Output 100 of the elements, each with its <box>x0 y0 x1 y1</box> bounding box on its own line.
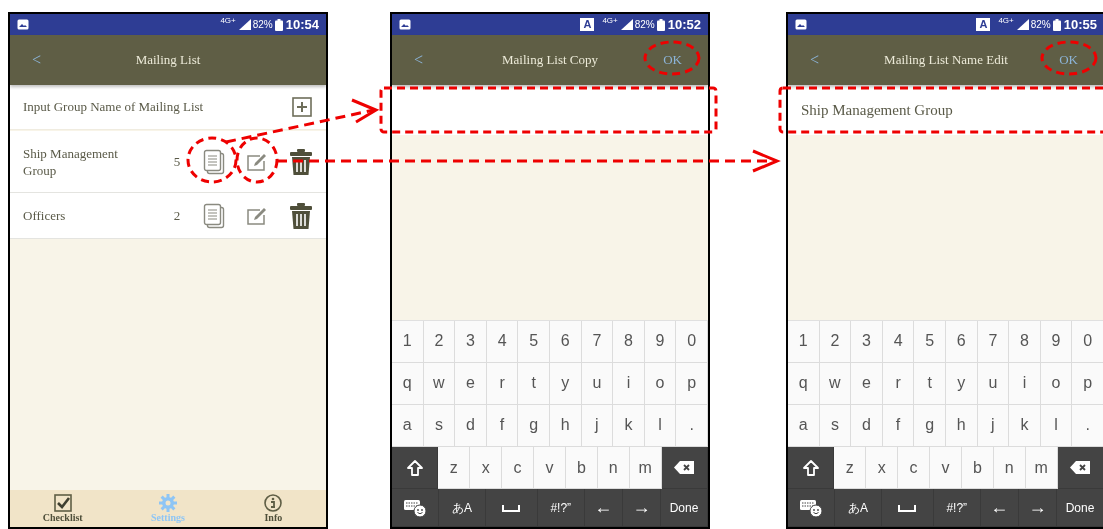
keyboard-key[interactable]: 2 <box>819 321 852 363</box>
keyboard-key[interactable]: #!?” <box>537 489 585 527</box>
battery-percent: 82% <box>634 18 655 32</box>
keyboard-key[interactable]: q <box>392 362 424 405</box>
keyboard-key[interactable]: t <box>914 362 946 405</box>
keyboard-key[interactable]: 2 <box>423 321 456 363</box>
arrow-key[interactable]: ← <box>584 489 623 527</box>
keyboard-key[interactable]: Done <box>661 489 708 527</box>
keyboard-key[interactable]: z <box>438 447 471 490</box>
keyboard-key[interactable]: 4 <box>486 321 519 363</box>
keyboard-key[interactable]: 4 <box>882 321 915 363</box>
keyboard-key[interactable]: 7 <box>977 321 1010 363</box>
network-type: 4G+ <box>602 17 618 25</box>
clock: 10:54 <box>285 15 319 34</box>
group-name: Ship Management Group <box>23 144 119 179</box>
keyboard-key[interactable]: 5 <box>518 321 550 363</box>
battery-percent: 82% <box>1030 18 1051 32</box>
keyboard-key[interactable]: c <box>898 447 931 490</box>
keyboard-key[interactable]: p <box>1072 362 1103 405</box>
nav-tab[interactable]: Info <box>220 490 326 527</box>
add-icon <box>292 97 312 117</box>
keyboard-key[interactable]: z <box>834 447 867 490</box>
keyboard-key[interactable]: x <box>470 447 503 490</box>
keyboard-key[interactable]: 9 <box>644 321 677 363</box>
keyboard-key[interactable]: . <box>676 404 708 448</box>
keyboard-key[interactable]: n <box>597 447 630 490</box>
keyboard-key[interactable]: d <box>851 404 883 448</box>
keyboard-key[interactable]: e <box>455 362 487 405</box>
group-row[interactable]: Ship Management Group 5 <box>10 131 326 193</box>
keyboard-key[interactable]: m <box>629 447 662 490</box>
screen-title: Mailing List <box>135 51 201 70</box>
highlight-circle <box>643 40 701 76</box>
keyboard-key[interactable]: b <box>961 447 994 490</box>
keyboard-key[interactable]: k <box>613 404 645 448</box>
image-icon <box>399 19 411 30</box>
space-key[interactable] <box>485 489 538 527</box>
signal-icon <box>238 19 251 30</box>
emoji-keyboard-key[interactable] <box>392 489 439 527</box>
keyboard-key[interactable]: a <box>788 404 820 448</box>
copy-icon <box>203 148 225 175</box>
keyboard-key[interactable]: v <box>930 447 962 490</box>
keyboard-key[interactable]: 3 <box>851 321 883 363</box>
keyboard-key[interactable]: i <box>1009 362 1041 405</box>
keyboard-key[interactable]: あA <box>438 489 486 527</box>
input-mode-indicator: A <box>976 18 991 31</box>
keyboard-key[interactable]: 3 <box>455 321 487 363</box>
keyboard-key[interactable]: q <box>788 362 820 405</box>
highlight-circle <box>1040 40 1098 76</box>
keyboard-key[interactable]: v <box>534 447 566 490</box>
backspace-key[interactable] <box>661 447 708 490</box>
keyboard-key[interactable]: e <box>851 362 883 405</box>
keyboard-key[interactable]: n <box>993 447 1026 490</box>
keyboard-key[interactable]: 7 <box>581 321 614 363</box>
arrow-key[interactable]: → <box>1018 489 1057 527</box>
battery-percent: 82% <box>252 18 273 32</box>
keyboard-key[interactable]: . <box>1072 404 1103 448</box>
keyboard-key[interactable]: 6 <box>945 321 978 363</box>
group-row[interactable]: Officers 2 <box>10 193 326 239</box>
arrow-key[interactable]: → <box>622 489 661 527</box>
keyboard-key[interactable]: m <box>1025 447 1058 490</box>
shift-key[interactable] <box>392 447 439 490</box>
shift-key[interactable] <box>788 447 835 490</box>
nav-tab[interactable]: Checklist <box>10 490 116 527</box>
keyboard-key[interactable]: x <box>866 447 899 490</box>
emoji-keyboard-key[interactable] <box>788 489 835 527</box>
arrow-key[interactable]: ← <box>980 489 1019 527</box>
keyboard-key[interactable]: 0 <box>1072 321 1103 363</box>
keyboard-key[interactable]: p <box>676 362 708 405</box>
keyboard-key[interactable]: #!?” <box>933 489 981 527</box>
keyboard-key[interactable]: 1 <box>392 321 424 363</box>
space-key[interactable] <box>881 489 934 527</box>
keyboard-key[interactable]: g <box>914 404 946 448</box>
keyboard-key[interactable]: 1 <box>788 321 820 363</box>
signal-icon <box>620 19 633 30</box>
keyboard-key[interactable]: 9 <box>1040 321 1073 363</box>
settings-icon <box>159 494 177 512</box>
keyboard-key[interactable]: d <box>455 404 487 448</box>
backspace-icon <box>674 461 695 475</box>
add-row-label: Input Group Name of Mailing List <box>23 98 205 117</box>
screen-title: Mailing List Name Edit <box>884 51 1008 70</box>
keyboard-key[interactable]: b <box>565 447 598 490</box>
add-group-row[interactable]: Input Group Name of Mailing List <box>10 85 326 130</box>
keyboard-key[interactable]: i <box>613 362 645 405</box>
keyboard-key[interactable]: g <box>518 404 550 448</box>
keyboard-key[interactable]: 0 <box>676 321 708 363</box>
keyboard-key[interactable]: あA <box>834 489 882 527</box>
group-name-field[interactable]: Ship Management Group <box>788 85 1103 135</box>
keyboard-key[interactable]: c <box>502 447 535 490</box>
keyboard-key[interactable]: 8 <box>613 321 645 363</box>
keyboard-key[interactable]: t <box>518 362 550 405</box>
network-type: 4G+ <box>998 17 1014 25</box>
battery-icon <box>1052 18 1061 31</box>
member-count: 5 <box>172 152 182 171</box>
keyboard-key[interactable]: 8 <box>1009 321 1041 363</box>
keyboard-key[interactable]: 6 <box>549 321 582 363</box>
keyboard-emoji-icon <box>403 498 426 517</box>
keyboard-key[interactable]: 5 <box>914 321 946 363</box>
highlight-circle <box>186 136 238 184</box>
keyboard-key[interactable]: k <box>1009 404 1041 448</box>
keyboard-key[interactable]: a <box>392 404 424 448</box>
